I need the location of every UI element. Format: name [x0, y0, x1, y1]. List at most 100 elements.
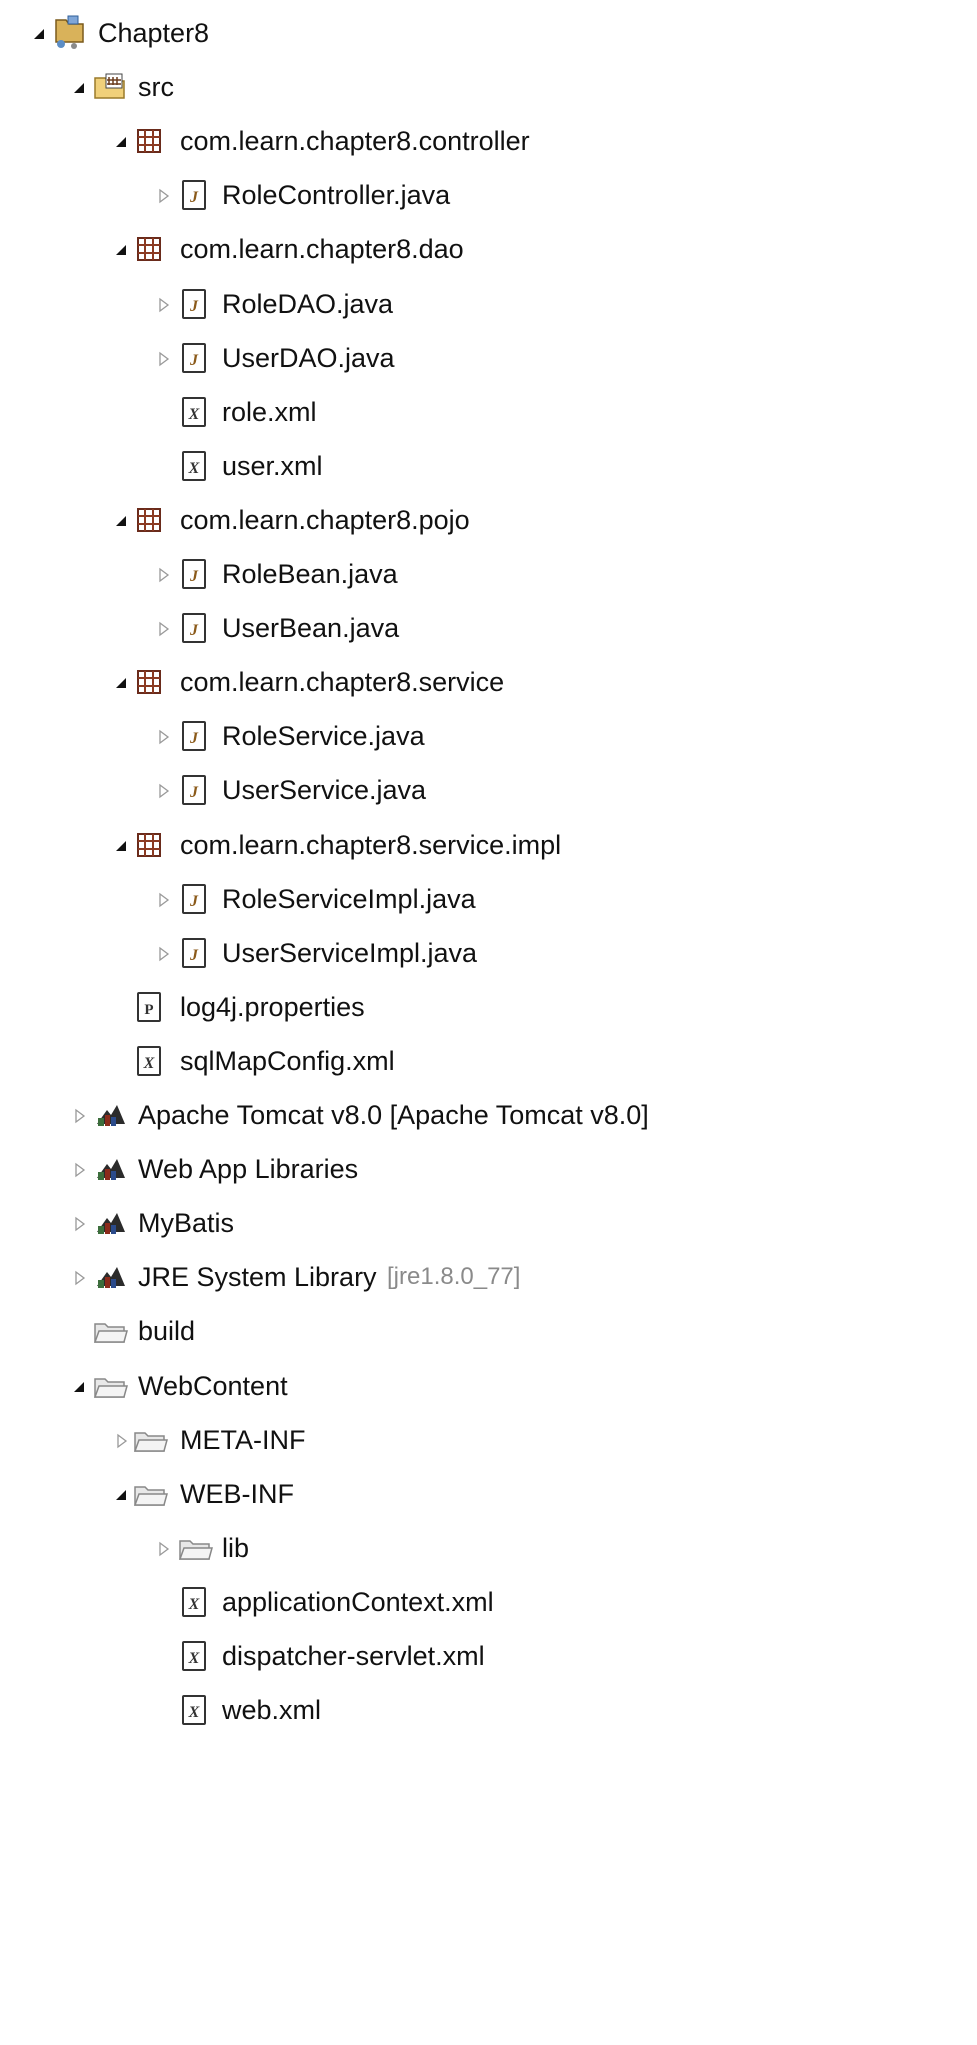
svg-text:J: J	[189, 622, 199, 639]
java-file-icon: J	[175, 926, 215, 980]
tree-item-label: META-INF	[180, 1424, 306, 1455]
library-icon	[90, 1142, 130, 1196]
tree-item-pkg-pojo[interactable]: com.learn.chapter8.pojo	[0, 493, 977, 547]
tree-item-tomcat-lib[interactable]: Apache Tomcat v8.0 [Apache Tomcat v8.0]	[0, 1088, 977, 1142]
tree-item-label: RoleController.java	[222, 180, 451, 211]
tree-item-rolecontroller[interactable]: J RoleController.java	[0, 168, 977, 222]
java-file-icon: J	[175, 331, 215, 385]
collapsed-arrow-icon[interactable]	[152, 872, 176, 926]
tree-item-project[interactable]: Chapter8	[0, 6, 977, 60]
tree-item-label: lib	[222, 1532, 250, 1563]
collapsed-arrow-icon[interactable]	[68, 1250, 92, 1304]
xml-file-icon: X	[175, 385, 215, 439]
project-explorer-tree: Chapter8 src com.learn.chapter8.controller…	[0, 0, 977, 2045]
collapsed-arrow-icon[interactable]	[68, 1088, 92, 1142]
properties-file-icon: P	[130, 980, 170, 1034]
tree-item-mybatis-lib[interactable]: MyBatis	[0, 1196, 977, 1250]
tree-item-roleservice[interactable]: J RoleService.java	[0, 709, 977, 763]
tree-item-label: log4j.properties	[180, 991, 365, 1022]
xml-file-icon: X	[130, 1034, 170, 1088]
tree-item-label: Apache Tomcat v8.0 [Apache Tomcat v8.0]	[138, 1100, 649, 1130]
svg-text:J: J	[189, 893, 199, 910]
folder-icon	[90, 1359, 130, 1413]
package-icon	[130, 493, 170, 547]
tree-item-label: JRE System Library	[138, 1262, 377, 1293]
tree-item-userdao[interactable]: J UserDAO.java	[0, 331, 977, 385]
collapsed-arrow-icon[interactable]	[152, 926, 176, 980]
tree-item-meta-inf[interactable]: META-INF	[0, 1413, 977, 1467]
svg-text:X: X	[143, 1055, 155, 1072]
expanded-arrow-icon[interactable]	[28, 6, 52, 60]
tree-item-sqlmapconfig[interactable]: XsqlMapConfig.xml	[0, 1034, 977, 1088]
svg-text:J: J	[189, 189, 199, 206]
xml-file-icon: X	[175, 1575, 215, 1629]
svg-text:J: J	[189, 298, 199, 315]
collapsed-arrow-icon[interactable]	[68, 1196, 92, 1250]
java-file-icon: J	[175, 601, 215, 655]
svg-text:J: J	[189, 784, 199, 801]
package-icon	[130, 114, 170, 168]
tree-item-label: RoleService.java	[222, 721, 425, 752]
tree-item-roledao[interactable]: J RoleDAO.java	[0, 277, 977, 331]
tree-item-userserviceimpl[interactable]: J UserServiceImpl.java	[0, 926, 977, 980]
tree-item-src[interactable]: src	[0, 60, 977, 114]
expanded-arrow-icon[interactable]	[68, 1359, 92, 1413]
collapsed-arrow-icon[interactable]	[152, 601, 176, 655]
java-file-icon: J	[175, 763, 215, 817]
tree-item-pkg-service[interactable]: com.learn.chapter8.service	[0, 655, 977, 709]
svg-text:J: J	[189, 568, 199, 585]
collapsed-arrow-icon[interactable]	[152, 277, 176, 331]
tree-item-label: user.xml	[222, 450, 323, 481]
tree-item-label: web.xml	[222, 1695, 322, 1726]
xml-file-icon: X	[175, 439, 215, 493]
svg-text:X: X	[188, 1596, 200, 1613]
tree-item-label: role.xml	[222, 396, 317, 427]
collapsed-arrow-icon[interactable]	[152, 709, 176, 763]
xml-file-icon: X	[175, 1683, 215, 1737]
tree-item-pkg-controller[interactable]: com.learn.chapter8.controller	[0, 114, 977, 168]
tree-item-label: WebContent	[138, 1370, 288, 1401]
expanded-arrow-icon[interactable]	[68, 60, 92, 114]
package-icon	[130, 655, 170, 709]
tree-item-lib[interactable]: lib	[0, 1521, 977, 1575]
collapsed-arrow-icon[interactable]	[152, 547, 176, 601]
xml-file-icon: X	[175, 1629, 215, 1683]
tree-item-jre-lib[interactable]: JRE System Library [jre1.8.0_77]	[0, 1250, 977, 1304]
collapsed-arrow-icon[interactable]	[68, 1142, 92, 1196]
tree-item-log4j[interactable]: Plog4j.properties	[0, 980, 977, 1034]
tree-item-label: UserServiceImpl.java	[222, 937, 478, 968]
collapsed-arrow-icon[interactable]	[152, 763, 176, 817]
tree-item-rolexml[interactable]: Xrole.xml	[0, 385, 977, 439]
svg-text:J: J	[189, 730, 199, 747]
tree-item-roleserviceimpl[interactable]: J RoleServiceImpl.java	[0, 872, 977, 926]
tree-item-userservice[interactable]: J UserService.java	[0, 763, 977, 817]
tree-item-label: sqlMapConfig.xml	[180, 1045, 395, 1076]
svg-text:X: X	[188, 406, 200, 423]
java-file-icon: J	[175, 709, 215, 763]
folder-icon	[90, 1304, 130, 1358]
folder-icon	[175, 1521, 215, 1575]
package-icon	[130, 818, 170, 872]
tree-item-rolebean[interactable]: J RoleBean.java	[0, 547, 977, 601]
tree-item-label: dispatcher-servlet.xml	[222, 1641, 485, 1671]
tree-item-userxml[interactable]: Xuser.xml	[0, 439, 977, 493]
tree-item-dispatcher[interactable]: Xdispatcher-servlet.xml	[0, 1629, 977, 1683]
tree-item-pkg-service-impl[interactable]: com.learn.chapter8.service.impl	[0, 818, 977, 872]
tree-item-build[interactable]: build	[0, 1304, 977, 1358]
collapsed-arrow-icon[interactable]	[152, 331, 176, 385]
svg-text:X: X	[188, 1650, 200, 1667]
tree-item-webapp-lib[interactable]: Web App Libraries	[0, 1142, 977, 1196]
tree-item-appctx[interactable]: XapplicationContext.xml	[0, 1575, 977, 1629]
collapsed-arrow-icon[interactable]	[152, 168, 176, 222]
tree-item-label: RoleBean.java	[222, 559, 398, 589]
tree-item-webcontent[interactable]: WebContent	[0, 1359, 977, 1413]
collapsed-arrow-icon[interactable]	[152, 1521, 176, 1575]
tree-item-decoration: [jre1.8.0_77]	[387, 1263, 521, 1291]
svg-text:X: X	[188, 1704, 200, 1721]
tree-item-label: UserService.java	[222, 775, 427, 806]
tree-item-userbean[interactable]: J UserBean.java	[0, 601, 977, 655]
tree-item-pkg-dao[interactable]: com.learn.chapter8.dao	[0, 222, 977, 276]
tree-item-webxml[interactable]: Xweb.xml	[0, 1683, 977, 1737]
tree-item-label: build	[138, 1316, 196, 1347]
tree-item-web-inf[interactable]: WEB-INF	[0, 1467, 977, 1521]
